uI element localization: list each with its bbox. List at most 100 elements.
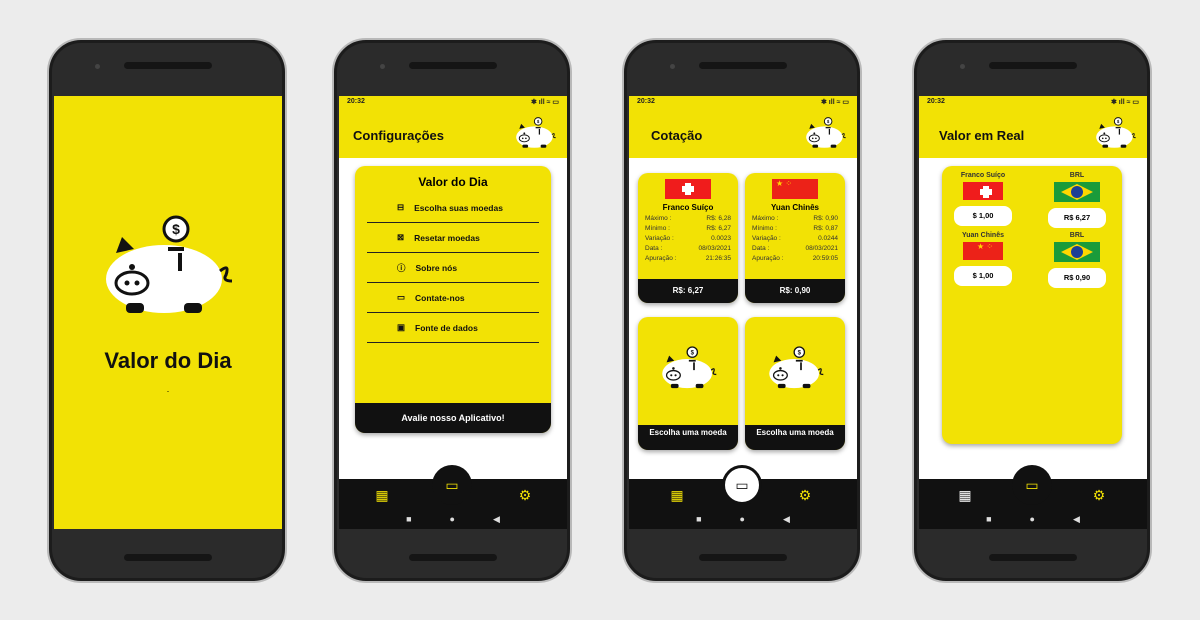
speaker	[124, 554, 212, 561]
label: Máximo :	[752, 215, 779, 222]
splash-screen: Valor do Dia .	[54, 96, 282, 529]
camera	[95, 64, 100, 69]
speaker	[989, 554, 1077, 561]
date-value: 08/03/2021	[805, 245, 838, 252]
time-value: 20:59:05	[812, 255, 838, 262]
reset-box-icon: ⊠	[397, 232, 405, 242]
empty-currency-slot[interactable]: Escolha uma moeda	[638, 317, 738, 450]
currency-label: BRL	[1069, 172, 1085, 179]
amount-input[interactable]: $ 1,00	[954, 266, 1012, 286]
quotes-screen: 20:32 ✱ ıll ≈ ▭ Cotação Franco Suíço Máxi…	[629, 96, 857, 529]
label: Data :	[645, 245, 663, 252]
currency-label: Yuan Chinês	[961, 232, 1004, 239]
swiss-flag-icon	[665, 179, 711, 199]
max-value: R$: 6,28	[706, 215, 731, 222]
info-icon: ⓘ	[397, 262, 406, 273]
currency-card-chf[interactable]: Franco Suíço Máximo : R$: 6,28 Mínimo : R$…	[638, 173, 738, 303]
menu-data-source[interactable]: ▣ Fonte de dados	[367, 313, 539, 343]
label: Variação :	[645, 235, 674, 242]
phone-conversion: 20:32 ✱ ıll ≈ ▭ Valor em Real Franco Suíç…	[912, 38, 1152, 583]
nav-money-button[interactable]: ▭	[722, 465, 762, 505]
rate-app-button[interactable]: Avalie nosso Aplicativo!	[355, 403, 551, 433]
label: Apuração :	[645, 255, 677, 262]
nav-settings-gear-icon[interactable]: ⚙	[1091, 487, 1107, 503]
card-title: Valor do Dia	[418, 175, 488, 189]
home-button[interactable]: ●	[1030, 514, 1035, 525]
choose-currency-label: Escolha uma moeda	[745, 425, 845, 450]
empty-currency-slot[interactable]: Escolha uma moeda	[745, 317, 845, 450]
piggy-bank-icon	[765, 343, 825, 393]
monitor-icon: ▣	[397, 322, 406, 332]
nav-money-button[interactable]: ▭	[1012, 465, 1052, 505]
max-value: R$: 0,90	[813, 215, 838, 222]
settings-screen: 20:32 ✱ ıll ≈ ▭ Configurações Valor do Di…	[339, 96, 567, 529]
conversion-screen: 20:32 ✱ ıll ≈ ▭ Valor em Real Franco Suíç…	[919, 96, 1147, 529]
status-icons: ✱ ıll ≈ ▭	[821, 99, 849, 106]
nav-calculator-icon[interactable]: ▦	[957, 487, 973, 503]
camera	[960, 64, 965, 69]
back-button[interactable]: ◀	[1073, 514, 1080, 525]
rate-footer: R$: 0,90	[745, 279, 845, 303]
menu-choose-currencies[interactable]: ⊟ Escolha suas moedas	[367, 193, 539, 223]
recents-button[interactable]: ■	[406, 514, 411, 525]
menu-label: Contate-nos	[415, 292, 465, 303]
min-value: R$: 6,27	[706, 225, 731, 232]
variation-value: 0.0023	[711, 235, 731, 242]
label: Mínimo :	[645, 225, 670, 232]
nav-calculator-icon[interactable]: ▦	[374, 487, 390, 503]
label: Apuração :	[752, 255, 784, 262]
chat-icon: ▭	[397, 292, 406, 302]
app-header: 20:32 ✱ ıll ≈ ▭ Cotação	[629, 96, 857, 158]
nav-settings-gear-icon[interactable]: ⚙	[797, 487, 813, 503]
china-flag-icon: ★ ⁘	[963, 242, 1003, 260]
variation-value: 0.0244	[818, 235, 838, 242]
money-icon: ▭	[735, 476, 749, 493]
money-icon: ▭	[1025, 476, 1039, 493]
nav-calculator-icon[interactable]: ▦	[669, 487, 685, 503]
loading-dot: .	[166, 384, 170, 394]
page-title: Valor em Real	[939, 128, 1025, 143]
menu-contact[interactable]: ▭ Contate-nos	[367, 283, 539, 313]
currency-card-cny[interactable]: ★ ⁘ Yuan Chinês Máximo : R$: 0,90 Mínimo …	[745, 173, 845, 303]
splash-title: Valor do Dia	[104, 348, 232, 373]
rate-footer: R$: 6,27	[638, 279, 738, 303]
status-time: 20:32	[927, 98, 945, 105]
piggy-bank-icon	[658, 343, 718, 393]
converted-value: R$ 0,90	[1048, 268, 1106, 288]
money-icon: ▭	[445, 476, 459, 493]
speaker	[409, 62, 497, 69]
menu-about[interactable]: ⓘ Sobre nós	[367, 253, 539, 283]
label: Data :	[752, 245, 770, 252]
speaker	[124, 62, 212, 69]
brazil-flag-icon	[1054, 182, 1100, 202]
phone-quotes: 20:32 ✱ ıll ≈ ▭ Cotação Franco Suíço Máxi…	[622, 38, 862, 583]
china-flag-icon: ★ ⁘	[772, 179, 818, 199]
home-button[interactable]: ●	[450, 514, 455, 525]
menu-label: Sobre nós	[415, 262, 458, 273]
nav-money-button[interactable]: ▭	[432, 465, 472, 505]
amount-input[interactable]: $ 1,00	[954, 206, 1012, 226]
camera	[380, 64, 385, 69]
nav-settings-gear-icon[interactable]: ⚙	[517, 487, 533, 503]
min-value: R$: 0,87	[813, 225, 838, 232]
back-button[interactable]: ◀	[783, 514, 790, 525]
menu-reset-currencies[interactable]: ⊠ Resetar moedas	[367, 223, 539, 253]
to-currency-brl: BRL R$ 6,27	[1042, 172, 1112, 228]
home-button[interactable]: ●	[740, 514, 745, 525]
to-currency-brl: BRL R$ 0,90	[1042, 232, 1112, 288]
piggy-bank-icon	[513, 114, 557, 152]
time-value: 21:26:35	[705, 255, 731, 262]
currency-label: Franco Suíço	[960, 172, 1006, 179]
choose-currency-label: Escolha uma moeda	[638, 425, 738, 450]
menu-label: Resetar moedas	[414, 232, 480, 243]
back-button[interactable]: ◀	[493, 514, 500, 525]
brazil-flag-icon	[1054, 242, 1100, 262]
app-header: 20:32 ✱ ıll ≈ ▭ Configurações	[339, 96, 567, 158]
recents-button[interactable]: ■	[986, 514, 991, 525]
date-value: 08/03/2021	[698, 245, 731, 252]
recents-button[interactable]: ■	[696, 514, 701, 525]
conversion-card: Franco Suíço $ 1,00 BRL R$ 6,27 Yuan Chi…	[942, 166, 1122, 444]
piggy-bank-icon	[803, 114, 847, 152]
currency-name: Yuan Chinês	[770, 203, 819, 212]
speaker	[699, 62, 787, 69]
